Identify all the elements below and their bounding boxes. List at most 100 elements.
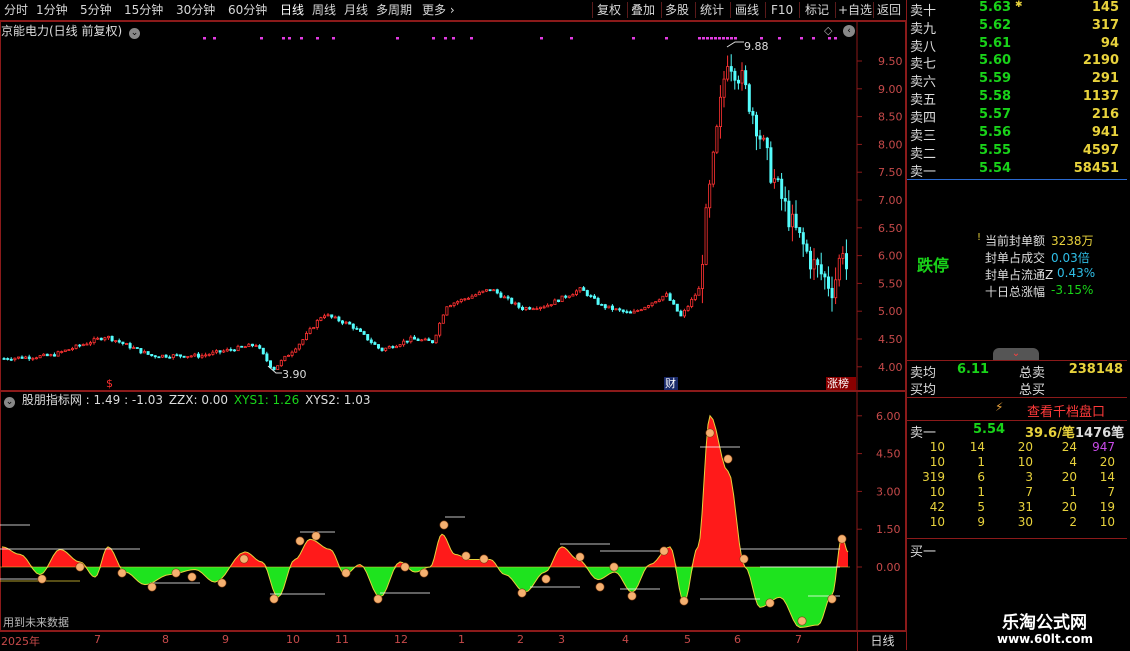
bid1-label: 买一 bbox=[910, 545, 937, 560]
tab-60min[interactable]: 60分钟 bbox=[228, 0, 267, 20]
overlay-button[interactable]: 叠加 bbox=[631, 0, 655, 20]
candle-body bbox=[513, 302, 517, 305]
ask1-price: 5.54 bbox=[973, 422, 1006, 437]
candle-body bbox=[391, 346, 395, 349]
candle-body bbox=[333, 316, 337, 319]
order-queue-cell: 30 bbox=[1017, 515, 1033, 529]
ask-row[interactable]: 卖三 5.56 941 bbox=[907, 125, 1127, 144]
candle-body bbox=[351, 323, 355, 329]
candle-body bbox=[319, 317, 323, 321]
marker-finance[interactable]: 财 bbox=[665, 376, 676, 390]
statistics-button[interactable]: 统计 bbox=[700, 0, 724, 20]
ask-row[interactable]: 卖二 5.55 4597 bbox=[907, 143, 1127, 162]
tab-fenshi[interactable]: 分时 bbox=[4, 0, 28, 20]
period-label[interactable]: 日线 bbox=[857, 632, 907, 651]
candle-body bbox=[412, 336, 416, 340]
ask-price: 5.63 bbox=[979, 0, 1012, 15]
more-label: 更多 bbox=[422, 3, 447, 17]
signal-dot bbox=[698, 37, 701, 40]
divider bbox=[907, 538, 1127, 539]
order-queue-cell: 2 bbox=[1069, 515, 1077, 529]
candle-body bbox=[240, 345, 244, 348]
order-queue-cell: 10 bbox=[929, 485, 945, 499]
ask-row[interactable]: 卖十 5.63 ✱ 145 bbox=[907, 0, 1127, 19]
candle-body bbox=[6, 358, 10, 360]
ask-row[interactable]: 卖八 5.61 94 bbox=[907, 36, 1127, 55]
mark-button[interactable]: 标记 bbox=[805, 0, 829, 20]
candle-body bbox=[636, 310, 640, 312]
date-label: 3 bbox=[558, 633, 565, 646]
ask-row[interactable]: 卖六 5.59 291 bbox=[907, 71, 1127, 90]
marker-dollar[interactable]: $ bbox=[106, 377, 113, 390]
hand-icon bbox=[311, 531, 321, 541]
candle-body bbox=[405, 340, 409, 343]
candle-body bbox=[787, 200, 791, 228]
hand-icon bbox=[765, 598, 775, 608]
candle-body bbox=[92, 338, 96, 344]
ask-row[interactable]: 卖九 5.62 317 bbox=[907, 18, 1127, 37]
order-queue-cell: 5 bbox=[977, 500, 985, 514]
stat-label: 当前封单额 bbox=[985, 234, 1046, 248]
candle-body bbox=[301, 339, 305, 345]
hand-icon bbox=[461, 551, 471, 561]
ask-price: 5.55 bbox=[979, 143, 1012, 158]
candle-body bbox=[261, 347, 265, 355]
signal-dots bbox=[203, 37, 837, 40]
tab-15min[interactable]: 15分钟 bbox=[124, 0, 163, 20]
hand-icon bbox=[595, 582, 605, 592]
marker-limit-list[interactable]: 涨榜 bbox=[827, 376, 849, 390]
ask-volume: 1137 bbox=[1082, 89, 1119, 104]
candle-body bbox=[330, 314, 334, 318]
signal-dot bbox=[800, 37, 803, 40]
candle-body bbox=[474, 294, 478, 297]
date-label: 7 bbox=[795, 633, 802, 646]
indicator-axis-label: 1.50 bbox=[876, 523, 901, 536]
add-watchlist-button[interactable]: +自选 bbox=[838, 0, 872, 20]
depth-button[interactable]: ⚡ 查看千档盘口 bbox=[907, 398, 1127, 420]
back-button[interactable]: 返回 bbox=[877, 0, 901, 20]
candle-body bbox=[160, 354, 164, 358]
ask-row[interactable]: 卖七 5.60 2190 bbox=[907, 53, 1127, 72]
stat-label: 封单占流通Z bbox=[985, 268, 1054, 282]
hand-icon bbox=[479, 554, 489, 564]
tab-5min[interactable]: 5分钟 bbox=[80, 0, 112, 20]
candles bbox=[2, 54, 849, 371]
ask-row[interactable]: 卖四 5.57 216 bbox=[907, 107, 1127, 126]
candle-body bbox=[650, 302, 654, 307]
tab-more[interactable]: 更多 › bbox=[422, 0, 455, 20]
candle-body bbox=[596, 297, 600, 305]
tab-monthly[interactable]: 月线 bbox=[344, 0, 368, 20]
ask-label: 卖一 bbox=[910, 165, 937, 180]
tab-weekly[interactable]: 周线 bbox=[312, 0, 336, 20]
order-queue-cell: 7 bbox=[1025, 485, 1033, 499]
candle-body bbox=[186, 356, 190, 358]
signal-dot bbox=[452, 37, 455, 40]
expand-chevron-icon[interactable]: ⌄ bbox=[993, 348, 1039, 360]
tab-30min[interactable]: 30分钟 bbox=[176, 0, 215, 20]
candle-body bbox=[593, 295, 597, 299]
hand-icon bbox=[627, 591, 637, 601]
restore-right-button[interactable]: 复权 bbox=[597, 0, 621, 20]
multi-stock-button[interactable]: 多股 bbox=[665, 0, 689, 20]
indicator-axis-label: 3.00 bbox=[876, 485, 901, 498]
candle-body bbox=[24, 356, 28, 359]
ask-row[interactable]: 卖一 5.54 58451 bbox=[907, 161, 1127, 180]
candle-body bbox=[614, 308, 618, 311]
date-label: 12 bbox=[394, 633, 408, 646]
candle-body bbox=[557, 299, 561, 303]
quote-panel: 卖十 5.63 ✱ 145 卖九 5.62 317 卖八 5.61 94 卖七 5.60 2… bbox=[906, 0, 1130, 650]
ask-volume: 317 bbox=[1091, 18, 1119, 33]
candle-body bbox=[164, 354, 168, 358]
candle-body bbox=[769, 147, 773, 183]
ask-row[interactable]: 卖五 5.58 1137 bbox=[907, 89, 1127, 108]
tab-multi-period[interactable]: 多周期 bbox=[376, 0, 412, 20]
f10-button[interactable]: F10 bbox=[771, 0, 793, 20]
tab-daily[interactable]: 日线 bbox=[280, 0, 304, 20]
draw-line-button[interactable]: 画线 bbox=[735, 0, 759, 20]
order-queue: 10 14 20 24 947 10 1 10 4 20 319 6 3 20 14 10 1 7 1 7 42 5 31 2… bbox=[907, 440, 1127, 532]
tab-1min[interactable]: 1分钟 bbox=[36, 0, 68, 20]
candle-body bbox=[35, 357, 39, 360]
candle-body bbox=[204, 354, 208, 357]
candle-body bbox=[168, 356, 172, 359]
date-label: 9 bbox=[222, 633, 229, 646]
